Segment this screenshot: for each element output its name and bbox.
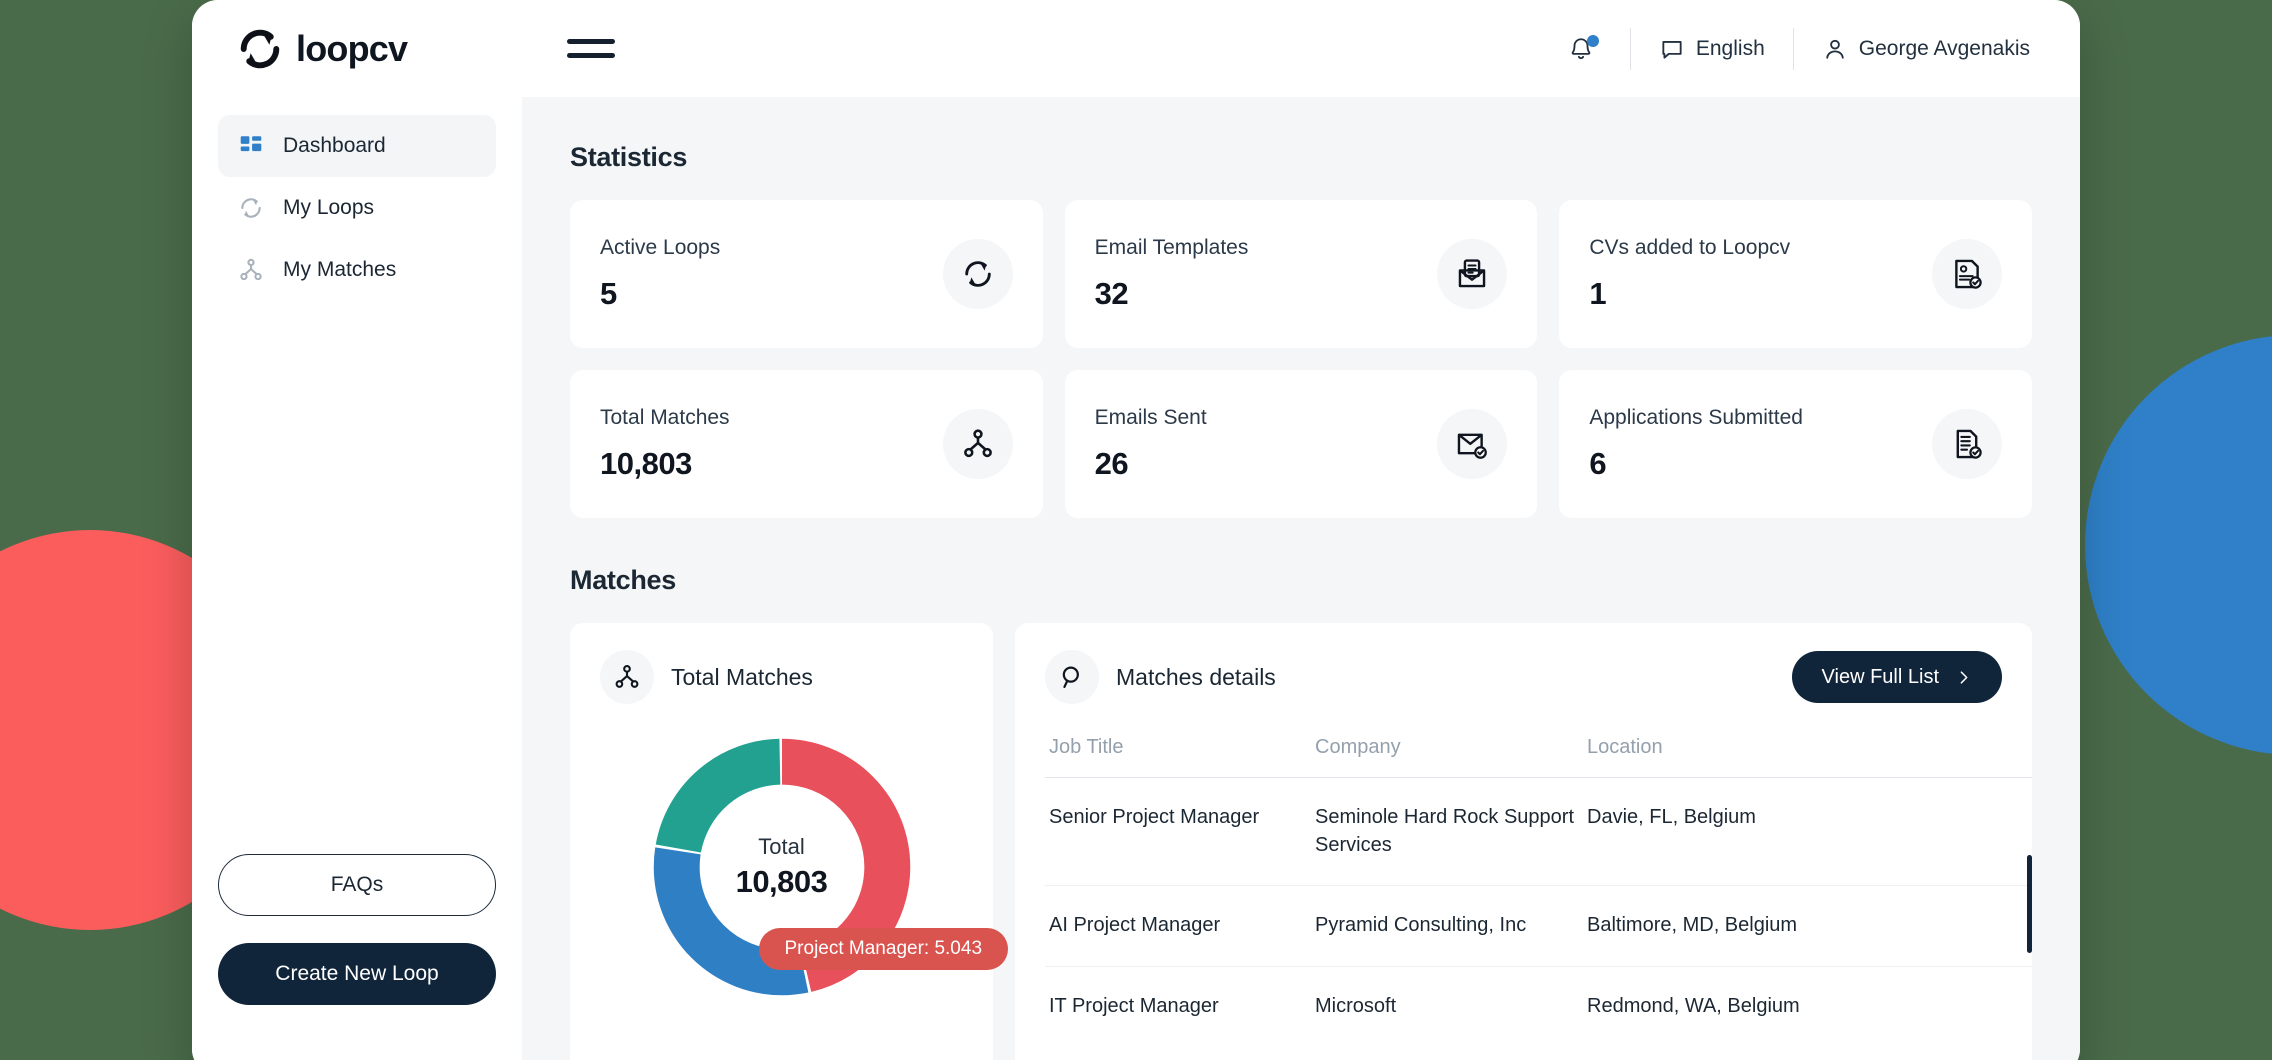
brand-name: loopcv (296, 28, 407, 70)
loop-refresh-icon (237, 26, 283, 72)
total-matches-header: Total Matches (600, 650, 963, 704)
donut-total-label: Total (758, 834, 804, 860)
stat-card-cvs-added[interactable]: CVs added to Loopcv 1 (1559, 200, 2032, 348)
account-menu[interactable]: George Avgenakis (1822, 36, 2030, 62)
column-header-job-title[interactable]: Job Title (1045, 736, 1315, 778)
stat-label: Total Matches (600, 406, 730, 430)
brand-logo[interactable]: loopcv (237, 26, 522, 72)
grid-dashboard-icon (238, 133, 264, 159)
stat-card-emails-sent[interactable]: Emails Sent 26 (1065, 370, 1538, 518)
stat-value: 6 (1589, 446, 1803, 482)
donut-total-value: 10,803 (736, 864, 828, 900)
total-matches-panel: Total Matches Total 10,803 (570, 623, 993, 1060)
statistics-title: Statistics (570, 142, 2032, 173)
table-row[interactable]: AI Project Manager Pyramid Consulting, I… (1045, 886, 2032, 967)
share-network-icon (238, 257, 264, 283)
account-name: George Avgenakis (1859, 37, 2030, 61)
stat-value: 1 (1589, 276, 1790, 312)
hamburger-menu-icon[interactable] (567, 39, 615, 58)
panel-title: Total Matches (671, 664, 813, 691)
matches-table: Job Title Company Location Senior Projec… (1045, 736, 2032, 1046)
cell-company: Seminole Hard Rock Support Services (1315, 778, 1587, 886)
sidebar-item-my-loops[interactable]: My Loops (218, 177, 496, 239)
email-check-icon (1437, 409, 1507, 479)
stat-card-applications-submitted[interactable]: Applications Submitted 6 (1559, 370, 2032, 518)
page-root: loopcv (0, 0, 2272, 1060)
column-header-location[interactable]: Location (1587, 736, 2032, 778)
cell-job-title: AI Project Manager (1045, 886, 1315, 967)
table-scrollbar[interactable] (2027, 855, 2032, 953)
document-check-icon (1932, 409, 2002, 479)
matches-grid: Total Matches Total 10,803 (570, 623, 2032, 1060)
stat-label: Applications Submitted (1589, 406, 1803, 430)
table-row[interactable]: Senior Project Manager Seminole Hard Roc… (1045, 778, 2032, 886)
matches-details-header: Matches details View Full List (1045, 650, 2032, 704)
view-full-list-button[interactable]: View Full List (1792, 651, 2002, 703)
loop-refresh-icon (943, 239, 1013, 309)
email-template-icon (1437, 239, 1507, 309)
language-selector[interactable]: English (1659, 36, 1765, 62)
decorative-blue-circle (2085, 335, 2272, 755)
matches-title: Matches (570, 565, 2032, 596)
search-icon (1045, 650, 1099, 704)
hamburger-bar (567, 53, 615, 58)
share-network-icon (600, 650, 654, 704)
table-row[interactable]: IT Project Manager Microsoft Redmond, WA… (1045, 966, 2032, 1046)
top-bar-right: English George Avgenakis (1560, 26, 2030, 72)
cell-location: Redmond, WA, Belgium (1587, 966, 2032, 1046)
divider (1630, 28, 1631, 70)
matches-donut-chart[interactable]: Total 10,803 Project Manager: 5.043 (647, 732, 917, 1002)
stat-card-total-matches[interactable]: Total Matches 10,803 (570, 370, 1043, 518)
chat-bubble-icon (1659, 36, 1685, 62)
matches-details-panel: Matches details View Full List (1015, 623, 2032, 1060)
sidebar-item-dashboard[interactable]: Dashboard (218, 115, 496, 177)
stat-value: 5 (600, 276, 720, 312)
sidebar-actions: FAQs Create New Loop (218, 854, 496, 1005)
user-icon (1822, 36, 1848, 62)
hamburger-bar (567, 39, 615, 44)
cv-document-check-icon (1932, 239, 2002, 309)
stat-value: 10,803 (600, 446, 730, 482)
stat-value: 32 (1095, 276, 1249, 312)
stat-label: Email Templates (1095, 236, 1249, 260)
stat-card-email-templates[interactable]: Email Templates 32 (1065, 200, 1538, 348)
loop-refresh-icon (238, 195, 264, 221)
app-window: loopcv (192, 0, 2080, 1060)
statistics-grid: Active Loops 5 Email Templa (570, 200, 2032, 518)
donut-tooltip: Project Manager: 5.043 (759, 928, 1009, 970)
notifications-button[interactable] (1560, 36, 1602, 62)
column-header-company[interactable]: Company (1315, 736, 1587, 778)
panel-title: Matches details (1116, 664, 1276, 691)
sidebar-item-my-matches[interactable]: My Matches (218, 239, 496, 301)
sidebar-item-label: My Matches (283, 258, 396, 282)
sidebar-item-label: My Loops (283, 196, 374, 220)
chevron-right-icon (1955, 669, 1972, 686)
view-full-list-label: View Full List (1822, 666, 1939, 689)
main-content: Statistics Active Loops 5 (522, 97, 2080, 1060)
notification-dot (1587, 35, 1599, 47)
cell-company: Pyramid Consulting, Inc (1315, 886, 1587, 967)
cell-location: Davie, FL, Belgium (1587, 778, 2032, 886)
cell-location: Baltimore, MD, Belgium (1587, 886, 2032, 967)
cell-company: Microsoft (1315, 966, 1587, 1046)
stat-label: Emails Sent (1095, 406, 1207, 430)
stat-card-active-loops[interactable]: Active Loops 5 (570, 200, 1043, 348)
table-header-row: Job Title Company Location (1045, 736, 2032, 778)
language-label: English (1696, 37, 1765, 61)
cell-job-title: IT Project Manager (1045, 966, 1315, 1046)
cell-job-title: Senior Project Manager (1045, 778, 1315, 886)
share-network-icon (943, 409, 1013, 479)
stat-value: 26 (1095, 446, 1207, 482)
top-bar: loopcv (192, 0, 2080, 97)
faqs-button[interactable]: FAQs (218, 854, 496, 916)
divider (1793, 28, 1794, 70)
sidebar-item-label: Dashboard (283, 134, 386, 158)
create-new-loop-button[interactable]: Create New Loop (218, 943, 496, 1005)
stat-label: Active Loops (600, 236, 720, 260)
stat-label: CVs added to Loopcv (1589, 236, 1790, 260)
sidebar: Dashboard My Loops (192, 97, 522, 1060)
